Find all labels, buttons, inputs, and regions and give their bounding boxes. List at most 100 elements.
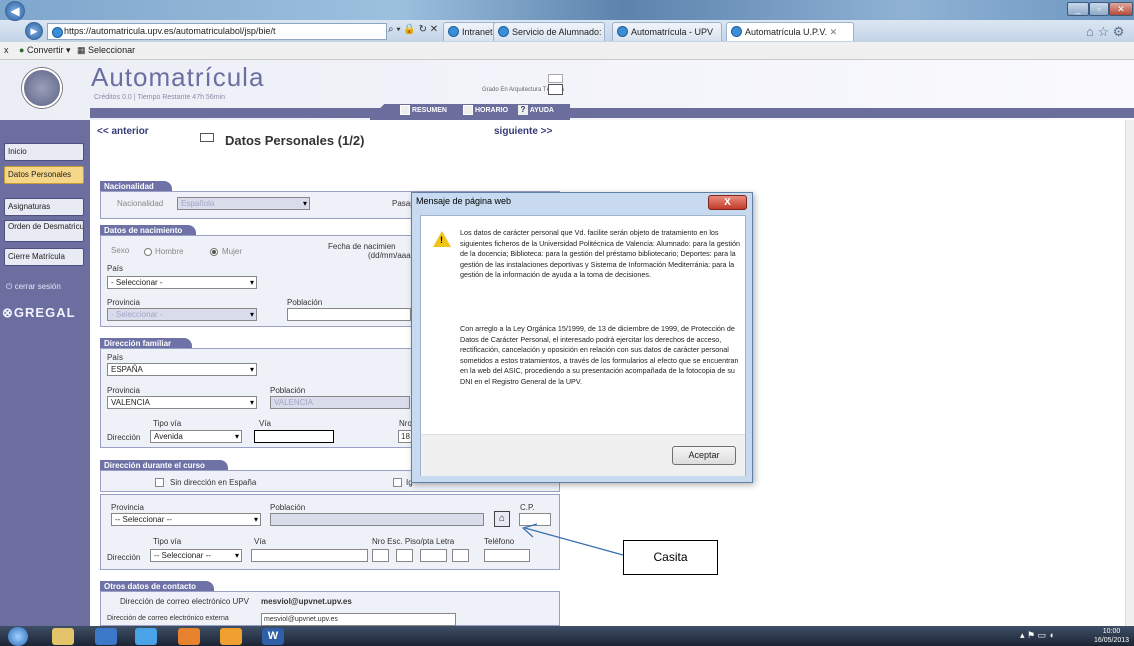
clock-date: 16/05/2013 (1094, 637, 1130, 644)
dialog-title: Mensaje de página web (416, 196, 512, 206)
address-bar[interactable]: https://automatricula.upv.es/automatricu… (47, 23, 387, 40)
start-button[interactable] (8, 627, 28, 646)
provincia-select[interactable]: - Seleccionar - (107, 308, 257, 321)
back-button[interactable]: ◀ (5, 1, 25, 21)
annotation-arrow (521, 523, 624, 556)
resumen-button[interactable]: RESUMEN (400, 105, 447, 115)
ayuda-button[interactable]: ? AYUDA (518, 105, 554, 115)
page-title: Datos Personales (1/2) (225, 133, 365, 148)
hombre-radio[interactable] (144, 248, 152, 256)
igual-checkbox[interactable] (393, 478, 402, 487)
familiar-nro-label: Nro (399, 419, 412, 428)
nav-cierre-matricula[interactable]: Cierre Matrícula (4, 248, 84, 266)
nav-orden-desmatriculacion[interactable]: Orden de Desmatriculación (4, 220, 84, 242)
word-taskbar-icon[interactable]: W (262, 628, 284, 645)
curso-letra-input[interactable] (452, 549, 469, 562)
curso-nro-input[interactable] (372, 549, 389, 562)
dialog-close-button[interactable]: X (708, 195, 747, 210)
banner-band (90, 108, 1134, 118)
clock-time: 10:00 (1102, 628, 1121, 635)
nav-inicio[interactable]: Inicio (4, 143, 84, 161)
horario-button[interactable]: HORARIO (463, 105, 508, 115)
convert-icon: ● (19, 45, 25, 55)
degree-checkbox[interactable] (548, 84, 563, 95)
poblacion-label: Población (287, 298, 323, 307)
address-text: https://automatricula.upv.es/automatricu… (64, 26, 276, 36)
curso-tipo-via-select[interactable]: -- Seleccionar -- (150, 549, 242, 562)
next-link[interactable]: siguiente >> (494, 126, 552, 137)
tray-icons[interactable]: ▴ ⚑ ▭ ◖ (1020, 630, 1054, 641)
tab-ie-icon (617, 26, 628, 37)
curso-esc-input[interactable] (396, 549, 413, 562)
forward-button[interactable]: ▶ (25, 22, 43, 40)
page-scrollbar[interactable] (1125, 120, 1134, 626)
curso-poblacion-input[interactable] (270, 513, 484, 526)
curso-provincia-select[interactable]: -- Seleccionar -- (111, 513, 261, 526)
explorer-taskbar-icon[interactable] (52, 628, 74, 645)
minimize-button[interactable]: _ (1067, 2, 1089, 16)
home-star-gear-icon[interactable]: ⌂ ☆ ⚙ (1086, 24, 1124, 40)
tab-servicio-alumnado[interactable]: Servicio de Alumnado: ... (493, 22, 605, 41)
window-close-button[interactable]: ✕ (1109, 2, 1133, 16)
pais-select[interactable]: - Seleccionar - (107, 276, 257, 289)
nacionalidad-select[interactable]: Española (177, 197, 310, 210)
familiar-via-input[interactable] (254, 430, 334, 443)
web-page-message-dialog: Mensaje de página web X ! Los datos de c… (411, 192, 753, 483)
casita-annotation: Casita (623, 540, 718, 575)
sin-direccion-checkbox[interactable] (155, 478, 164, 487)
media-taskbar-icon[interactable] (95, 628, 117, 645)
familiar-pais-select[interactable]: ESPAÑA (107, 363, 257, 376)
mujer-radio[interactable] (210, 248, 218, 256)
credits-info: Créditos 0.0 | Tiempo Restante 47h 56min (94, 94, 226, 101)
tab-close-icon[interactable]: ✕ (830, 27, 838, 37)
curso-piso-input[interactable] (420, 549, 447, 562)
dialog-paragraph-2: Con arreglo a la Ley Orgánica 15/1999, d… (460, 324, 739, 386)
curso-poblacion-label: Población (270, 503, 306, 512)
hombre-label: Hombre (155, 247, 184, 256)
familiar-tipo-via-select[interactable]: Avenida (150, 430, 242, 443)
curso-direccion-label: Dirección (107, 553, 141, 562)
aceptar-button[interactable]: Aceptar (672, 446, 736, 465)
nacionalidad-label: Nacionalidad (117, 199, 164, 208)
curso-via-input[interactable] (251, 549, 368, 562)
familiar-poblacion-label: Población (270, 386, 306, 395)
casita-home-icon[interactable]: ⌂ (494, 511, 510, 527)
tab-automatricula-upv[interactable]: Automatrícula - UPV (612, 22, 722, 41)
dialog-footer: Aceptar (421, 434, 745, 476)
address-tools-icon[interactable]: ⌕ ▾ 🔒 ↻ ✕ (388, 24, 438, 35)
dialog-body: ! Los datos de carácter personal que Vd.… (420, 215, 746, 476)
email-ext-input[interactable]: mesviol@upvnet.upv.es (261, 613, 456, 626)
app-title: Automatrícula (91, 62, 265, 92)
curso-provincia-label: Provincia (111, 503, 144, 512)
prev-link[interactable]: << anterior (97, 126, 149, 137)
poblacion-input[interactable] (287, 308, 411, 321)
taskbar-clock[interactable]: 10:00 16/05/2013 (1094, 627, 1129, 645)
dialog-paragraph-1: Los datos de carácter personal que Vd. f… (460, 228, 740, 280)
curso-cp-label: C.P. (520, 503, 535, 512)
sin-direccion-label: Sin dirección en España (170, 478, 257, 487)
familiar-nro-input[interactable]: 18 (398, 430, 412, 443)
close-toolbar-icon[interactable]: x (4, 45, 9, 55)
familiar-pais-label: País (107, 353, 124, 362)
familiar-provincia-select[interactable]: VALENCIA (107, 396, 257, 409)
convert-button[interactable]: Convertir (27, 45, 64, 55)
select-icon: ▦ (77, 45, 86, 55)
tab-ie-icon (731, 26, 742, 37)
power-icon: ⏻ (6, 282, 15, 291)
email-upv-value: mesviol@upvnet.upv.es (261, 597, 352, 606)
maximize-button[interactable]: ▫ (1089, 2, 1109, 16)
tab-automatricula-active[interactable]: Automatrícula U.P.V. ✕ (726, 22, 854, 41)
horario-icon (463, 105, 473, 115)
nav-datos-personales[interactable]: Datos Personales (4, 166, 84, 184)
command-bar: x ● Convertir ▾ ▦ Seleccionar (0, 42, 1134, 60)
firefox-taskbar-icon[interactable] (178, 628, 200, 645)
select-button[interactable]: Seleccionar (88, 45, 135, 55)
logout-link[interactable]: ⏻ cerrar sesión (6, 282, 61, 292)
ie-taskbar-icon[interactable] (135, 628, 157, 645)
mujer-label: Mujer (222, 247, 243, 256)
familiar-provincia-label: Provincia (107, 386, 140, 395)
nav-asignaturas[interactable]: Asignaturas (4, 198, 84, 216)
outlook-taskbar-icon[interactable] (220, 628, 242, 645)
familiar-poblacion-input[interactable]: VALENCIA (270, 396, 410, 409)
title-checkbox (200, 133, 214, 142)
